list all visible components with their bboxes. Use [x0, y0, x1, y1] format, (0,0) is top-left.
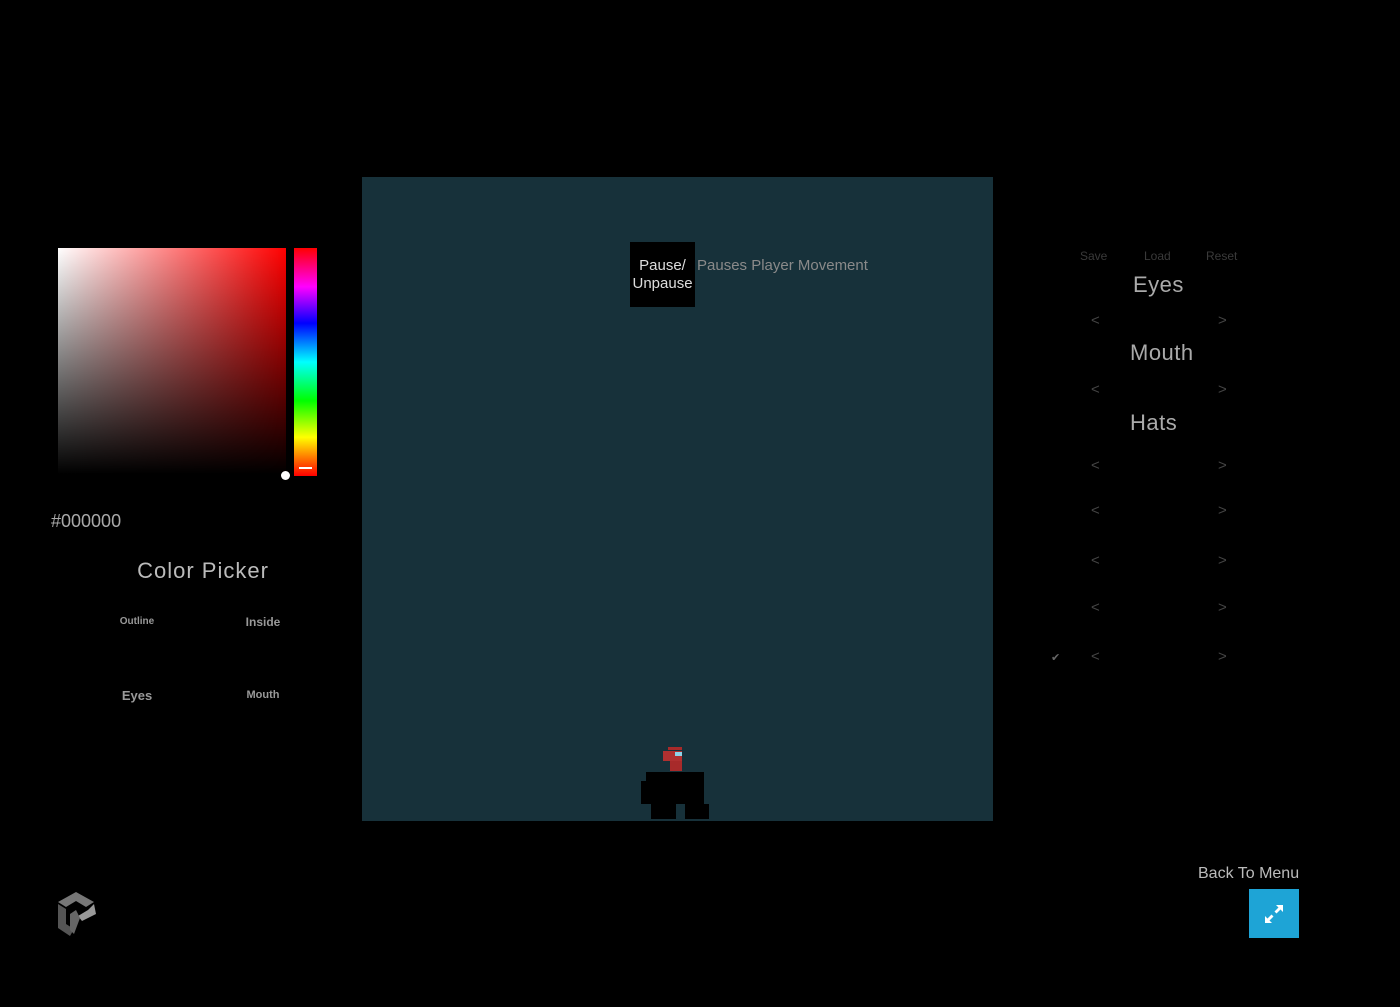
unity-logo-icon — [58, 892, 96, 936]
mouth-section-label: Mouth — [1130, 340, 1194, 365]
eyes-section-label: Eyes — [1133, 272, 1184, 297]
pause-description: Pauses Player Movement — [697, 257, 868, 274]
checkmark-icon[interactable]: ✔ — [1051, 651, 1060, 664]
reset-button[interactable]: Reset — [1206, 249, 1237, 263]
hats-section-label: Hats — [1130, 410, 1178, 435]
hats-prev-arrow-1[interactable]: < — [1091, 457, 1100, 474]
mouth-next-arrow[interactable]: > — [1218, 381, 1227, 398]
option-prev-arrow-4[interactable]: < — [1091, 599, 1100, 616]
option-prev-arrow-2[interactable]: < — [1091, 502, 1100, 519]
hue-slider-handle[interactable] — [299, 467, 312, 469]
fullscreen-icon — [1265, 904, 1283, 923]
pause-unpause-button[interactable]: Pause/ Unpause — [630, 242, 695, 307]
back-to-menu-button[interactable]: Back To Menu — [1198, 865, 1299, 883]
save-button[interactable]: Save — [1080, 249, 1107, 263]
load-button[interactable]: Load — [1144, 249, 1171, 263]
pause-button-label: Pause/ Unpause — [632, 256, 693, 292]
mouth-prev-arrow[interactable]: < — [1091, 381, 1100, 398]
hue-slider[interactable] — [294, 248, 317, 476]
option-next-arrow-4[interactable]: > — [1218, 599, 1227, 616]
fullscreen-button[interactable] — [1249, 889, 1299, 938]
option-next-arrow-3[interactable]: > — [1218, 552, 1227, 569]
option-prev-arrow-5[interactable]: < — [1091, 648, 1100, 665]
saturation-value-square[interactable] — [58, 248, 286, 474]
inside-button[interactable]: Inside — [218, 615, 308, 629]
player-character — [641, 747, 709, 819]
option-next-arrow-5[interactable]: > — [1218, 648, 1227, 665]
eyes-color-button[interactable]: Eyes — [92, 688, 182, 703]
option-next-arrow-2[interactable]: > — [1218, 502, 1227, 519]
color-picker-title: Color Picker — [137, 558, 269, 583]
mouth-color-button[interactable]: Mouth — [218, 689, 308, 701]
option-prev-arrow-3[interactable]: < — [1091, 552, 1100, 569]
outline-button[interactable]: Outline — [92, 616, 182, 627]
hex-value-field[interactable]: #000000 — [51, 511, 121, 532]
saturation-value-handle[interactable] — [281, 471, 290, 480]
hats-next-arrow-1[interactable]: > — [1218, 457, 1227, 474]
eyes-prev-arrow[interactable]: < — [1091, 312, 1100, 329]
eyes-next-arrow[interactable]: > — [1218, 312, 1227, 329]
